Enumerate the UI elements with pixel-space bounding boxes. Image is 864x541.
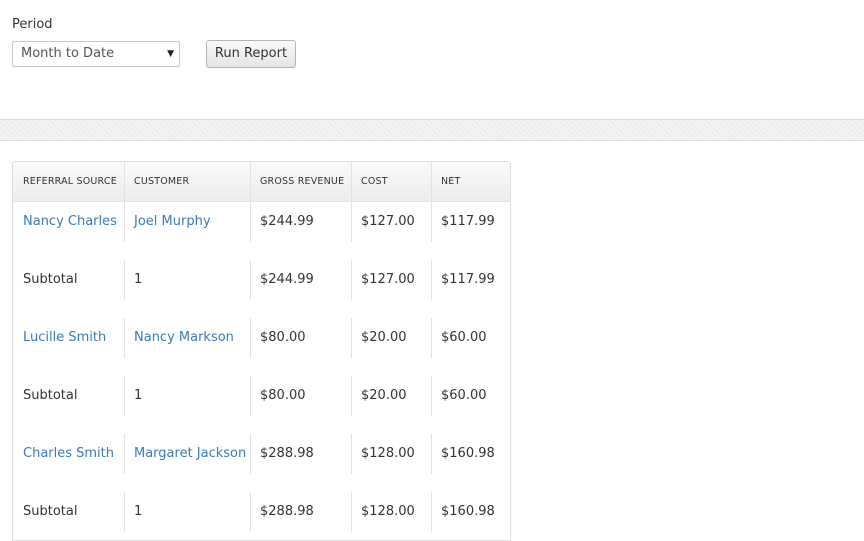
column-divider	[250, 376, 251, 416]
subtotal-row: Subtotal 1 $244.99 $127.00 $117.99	[13, 260, 510, 318]
column-divider	[250, 492, 251, 532]
period-select[interactable]: Month to Date ▼	[12, 41, 180, 67]
column-divider	[250, 318, 251, 358]
customer-link[interactable]: Margaret Jackson	[124, 434, 250, 474]
cell-net: $60.00	[441, 330, 487, 345]
cell-cost: $127.00	[361, 272, 415, 287]
table-header: REFERRAL SOURCE CUSTOMER GROSS REVENUE COST…	[13, 162, 510, 202]
caret-down-icon: ▼	[167, 49, 174, 59]
cell-net: $60.00	[441, 388, 487, 403]
cell-customer: 1	[134, 504, 143, 519]
cell-gross-revenue: $288.98	[260, 504, 314, 519]
header-referral-source[interactable]: REFERRAL SOURCE	[13, 162, 124, 202]
cell-gross-revenue: $244.99	[260, 272, 314, 287]
column-divider	[351, 434, 352, 474]
customer-link[interactable]: Joel Murphy	[124, 202, 250, 242]
column-divider	[431, 318, 432, 358]
referral-source-link[interactable]: Charles Smith	[13, 434, 124, 474]
run-report-button[interactable]: Run Report	[206, 40, 296, 68]
cell-gross-revenue: $288.98	[260, 446, 314, 461]
cell-customer: 1	[134, 388, 143, 403]
cell-cost: $20.00	[361, 330, 407, 345]
cell-net: $160.98	[441, 446, 495, 461]
cell-net: $160.98	[441, 504, 495, 519]
filter-area: Period Month to Date ▼ Run Report	[0, 0, 864, 119]
period-label: Period	[12, 17, 53, 32]
cell-referral-source: Subtotal	[23, 504, 78, 519]
column-divider	[431, 260, 432, 300]
cell-customer: 1	[134, 272, 143, 287]
cell-net: $117.99	[441, 272, 495, 287]
referral-source-link[interactable]: Nancy Charles	[13, 202, 124, 242]
column-divider	[431, 202, 432, 242]
column-divider	[351, 202, 352, 242]
column-divider	[124, 318, 125, 358]
table-row: Charles Smith Margaret Jackson $288.98 $128…	[13, 434, 510, 492]
period-select-value: Month to Date	[21, 46, 115, 61]
column-divider	[124, 202, 125, 242]
column-divider	[124, 492, 125, 532]
header-column-divider	[431, 162, 432, 202]
section-divider	[0, 119, 864, 141]
cell-cost: $20.00	[361, 388, 407, 403]
cell-net: $117.99	[441, 214, 495, 229]
column-divider	[250, 260, 251, 300]
column-divider	[351, 492, 352, 532]
cell-cost: $128.00	[361, 504, 415, 519]
cell-gross-revenue: $80.00	[260, 388, 306, 403]
column-divider	[431, 376, 432, 416]
column-divider	[124, 434, 125, 474]
column-divider	[431, 492, 432, 532]
table-row: Lucille Smith Nancy Markson $80.00 $20.00 $6…	[13, 318, 510, 376]
column-divider	[124, 376, 125, 416]
header-column-divider	[250, 162, 251, 202]
column-divider	[124, 260, 125, 300]
column-divider	[351, 260, 352, 300]
column-divider	[351, 376, 352, 416]
table-row: Nancy Charles Joel Murphy $244.99 $127.00 $1…	[13, 202, 510, 260]
header-cost[interactable]: COST	[351, 162, 431, 202]
cell-cost: $127.00	[361, 214, 415, 229]
header-net[interactable]: NET	[431, 162, 510, 202]
report-table: REFERRAL SOURCE CUSTOMER GROSS REVENUE COST…	[12, 161, 511, 541]
header-gross-revenue[interactable]: GROSS REVENUE	[250, 162, 351, 202]
column-divider	[431, 434, 432, 474]
column-divider	[250, 202, 251, 242]
cell-cost: $128.00	[361, 446, 415, 461]
header-column-divider	[124, 162, 125, 202]
cell-referral-source: Subtotal	[23, 272, 78, 287]
customer-link[interactable]: Nancy Markson	[124, 318, 250, 358]
referral-source-link[interactable]: Lucille Smith	[13, 318, 124, 358]
subtotal-row: Subtotal 1 $80.00 $20.00 $60.00	[13, 376, 510, 434]
cell-gross-revenue: $244.99	[260, 214, 314, 229]
cell-gross-revenue: $80.00	[260, 330, 306, 345]
column-divider	[351, 318, 352, 358]
subtotal-row: Subtotal 1 $288.98 $128.00 $160.98	[13, 492, 510, 540]
column-divider	[250, 434, 251, 474]
cell-referral-source: Subtotal	[23, 388, 78, 403]
header-customer[interactable]: CUSTOMER	[124, 162, 250, 202]
header-column-divider	[351, 162, 352, 202]
